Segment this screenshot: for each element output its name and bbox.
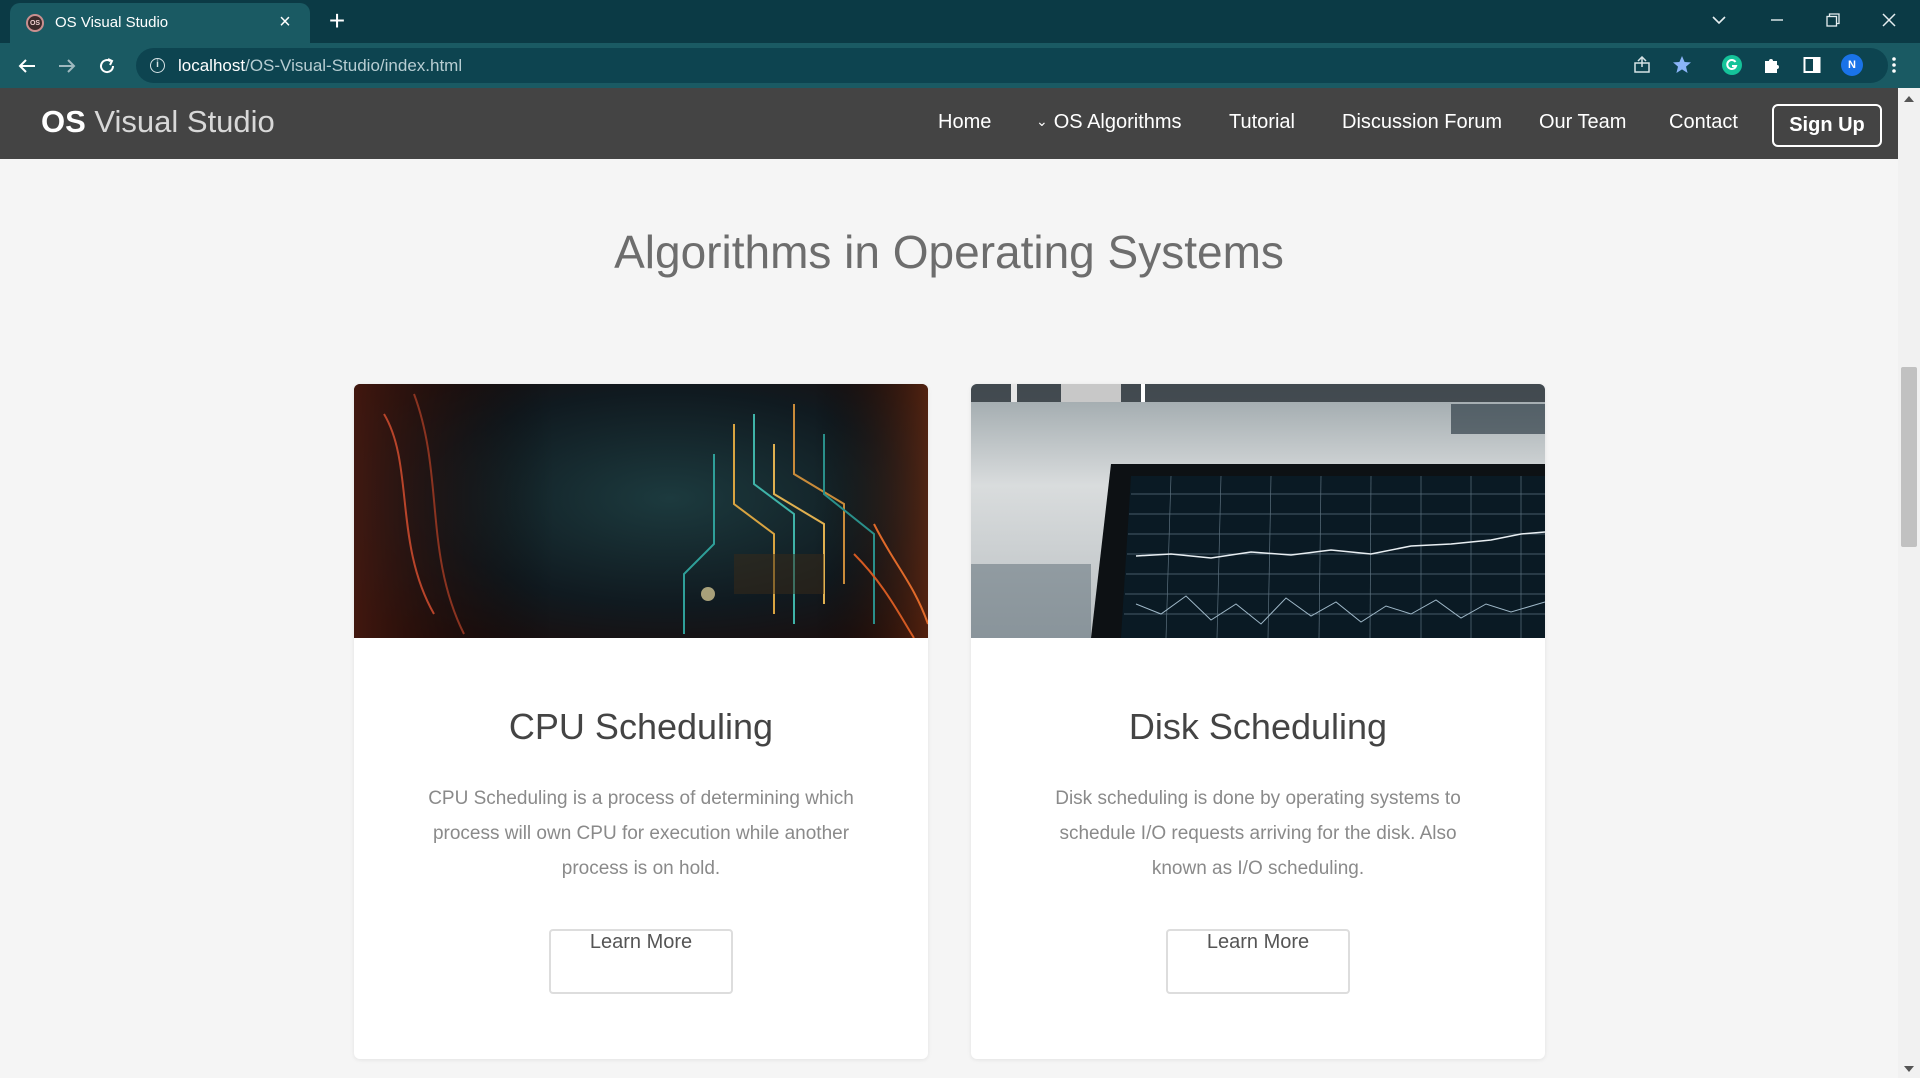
card-description: CPU Scheduling is a process of determini… [428, 788, 854, 879]
close-icon[interactable]: × [274, 11, 296, 33]
reload-icon[interactable] [92, 51, 122, 81]
nav-our-team[interactable]: Our Team [1539, 111, 1626, 134]
page-viewport: OS Visual Studio Home ⌄ OS Algorithms Tut… [0, 88, 1898, 1078]
tab-title: OS Visual Studio [55, 14, 169, 31]
share-icon[interactable] [1628, 51, 1656, 79]
page-scrollbar[interactable] [1898, 88, 1920, 1078]
card-title: Disk Scheduling [1128, 706, 1388, 747]
learn-more-button[interactable]: Learn More [1166, 929, 1350, 994]
grammarly-icon[interactable] [1718, 51, 1746, 79]
site-navbar: OS Visual Studio Home ⌄ OS Algorithms Tut… [0, 88, 1898, 159]
nav-os-algorithms[interactable]: ⌄ OS Algorithms [1036, 111, 1182, 134]
profile-initial: N [1841, 54, 1863, 76]
os-logo-icon: OS [26, 14, 44, 32]
info-icon[interactable]: i [150, 58, 165, 73]
back-arrow-icon[interactable] [12, 51, 42, 81]
nav-tutorial[interactable]: Tutorial [1229, 111, 1295, 134]
window-close-icon[interactable] [1866, 0, 1912, 40]
bookmark-star-icon[interactable] [1668, 51, 1696, 79]
extensions-puzzle-icon[interactable] [1758, 51, 1786, 79]
card-title: CPU Scheduling [508, 706, 774, 747]
browser-tab-strip: OS OS Visual Studio × + [0, 0, 1920, 43]
browser-tab[interactable]: OS OS Visual Studio × [10, 3, 310, 43]
new-tab-icon[interactable]: + [324, 7, 350, 35]
scroll-up-arrow-icon[interactable] [1904, 96, 1914, 102]
tab-search-icon[interactable] [1696, 0, 1742, 40]
chevron-down-icon: ⌄ [1036, 113, 1048, 129]
nav-home[interactable]: Home [938, 111, 991, 134]
forward-arrow-icon[interactable] [52, 51, 82, 81]
circuit-board-image [354, 384, 928, 638]
profile-avatar[interactable]: N [1838, 51, 1866, 79]
monitor-chart-image [971, 384, 1545, 638]
minimize-icon[interactable] [1754, 0, 1800, 40]
kebab-menu-icon[interactable] [1880, 51, 1908, 79]
sign-up-button[interactable]: Sign Up [1772, 104, 1882, 147]
disk-scheduling-card: Disk Scheduling Disk scheduling is done … [971, 384, 1545, 1059]
card-description: Disk scheduling is done by operating sys… [1055, 788, 1461, 879]
nav-contact[interactable]: Contact [1669, 111, 1738, 134]
address-bar[interactable]: i localhost/OS-Visual-Studio/index.html [136, 48, 1888, 83]
scroll-down-arrow-icon[interactable] [1904, 1066, 1914, 1072]
browser-toolbar: i localhost/OS-Visual-Studio/index.html … [0, 43, 1920, 88]
section-title: Algorithms in Operating Systems [614, 226, 1284, 278]
nav-discussion-forum[interactable]: Discussion Forum [1342, 111, 1502, 134]
url-text[interactable]: localhost/OS-Visual-Studio/index.html [178, 56, 462, 76]
site-logo[interactable]: OS Visual Studio [41, 104, 275, 140]
learn-more-button[interactable]: Learn More [549, 929, 733, 994]
cpu-scheduling-card: CPU Scheduling CPU Scheduling is a proce… [354, 384, 928, 1059]
restore-icon[interactable] [1810, 0, 1856, 40]
side-panel-icon[interactable] [1798, 51, 1826, 79]
scrollbar-thumb[interactable] [1901, 367, 1917, 547]
